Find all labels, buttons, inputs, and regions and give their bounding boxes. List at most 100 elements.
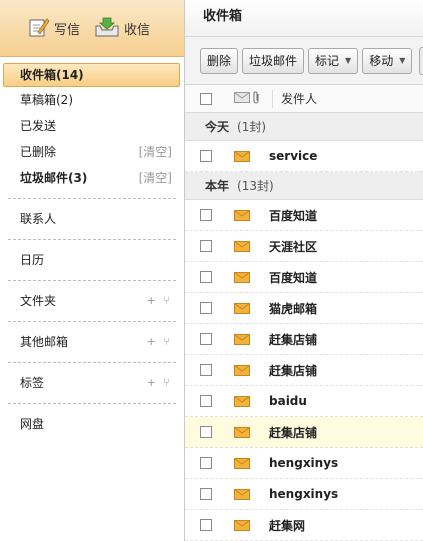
folder-label: 已删除: [20, 145, 57, 159]
compose-icon: [28, 16, 50, 41]
more-button[interactable]: [419, 47, 423, 75]
envelope-icon: [234, 271, 250, 283]
mark-dropdown[interactable]: 标记 ▼: [308, 47, 359, 74]
envelope-icon: [234, 457, 250, 469]
move-dropdown[interactable]: 移动 ▼: [362, 47, 413, 74]
sender-name: 赶集店铺: [269, 425, 318, 440]
divider: [8, 403, 176, 404]
clear-spam-link[interactable]: [清空]: [139, 165, 172, 191]
folder-list: 收件箱(14) 草稿箱(2) 已发送 已删除 [清空] 垃圾邮件(3) [清空]: [0, 57, 184, 191]
mail-list: 今天 (1封) service 本年 (13封) 百度知道 天涯社区 百度知道: [185, 113, 423, 541]
row-checkbox[interactable]: [200, 364, 212, 376]
mail-row[interactable]: hengxinys: [185, 479, 423, 510]
row-checkbox[interactable]: [200, 271, 212, 283]
add-folder-icon[interactable]: + ⑂: [147, 288, 172, 314]
envelope-icon: [234, 209, 250, 221]
sender-name: hengxinys: [269, 456, 339, 470]
envelope-icon: [234, 91, 250, 106]
sidebar: 写信 收信 收件箱(14) 草稿箱(2) 已发送 已删除 [清空] 垃圾邮件(3…: [0, 0, 185, 541]
spam-label: 垃圾邮件: [249, 53, 298, 68]
group-count: (1封): [237, 120, 267, 134]
contacts-link[interactable]: 联系人: [0, 206, 184, 232]
sender-name: 百度知道: [269, 208, 318, 223]
add-mailbox-icon[interactable]: + ⑂: [147, 329, 172, 355]
receive-label: 收信: [124, 22, 151, 38]
divider: [8, 321, 176, 322]
folder-drafts[interactable]: 草稿箱(2): [0, 87, 184, 113]
custom-folders-label: 文件夹: [20, 294, 57, 308]
toolbar: 删除 垃圾邮件 标记 ▼ 移动 ▼: [185, 37, 423, 85]
write-button[interactable]: 写信: [28, 16, 80, 41]
envelope-icon: [234, 333, 250, 345]
sidebar-topbar: 写信 收信: [0, 0, 184, 57]
row-checkbox[interactable]: [200, 209, 212, 221]
folder-spam[interactable]: 垃圾邮件(3) [清空]: [0, 165, 184, 191]
select-all-checkbox[interactable]: [200, 92, 212, 105]
folder-deleted[interactable]: 已删除 [清空]: [0, 139, 184, 165]
group-header-today: 今天 (1封): [185, 113, 423, 141]
sender-name: 天涯社区: [269, 239, 318, 254]
mail-row[interactable]: service: [185, 141, 423, 172]
delete-button[interactable]: 删除: [200, 47, 239, 74]
row-checkbox[interactable]: [200, 395, 212, 407]
header-icons: [234, 91, 260, 107]
mail-row[interactable]: 百度知道: [185, 200, 423, 231]
row-checkbox[interactable]: [200, 426, 212, 438]
clear-deleted-link[interactable]: [清空]: [139, 139, 172, 165]
mail-row[interactable]: 百度知道: [185, 262, 423, 293]
divider: [8, 239, 176, 240]
receive-button[interactable]: 收信: [94, 16, 150, 41]
sender-name: 赶集网: [269, 518, 306, 533]
sender-column-header[interactable]: 发件人: [272, 89, 317, 108]
column-header: 发件人: [185, 85, 423, 113]
mail-row[interactable]: 赶集店铺: [185, 324, 423, 355]
divider: [8, 198, 176, 199]
move-label: 移动: [369, 53, 394, 68]
sender-name: baidu: [269, 394, 307, 408]
mail-row[interactable]: baidu: [185, 386, 423, 417]
inbox-receive-icon: [94, 16, 120, 41]
mail-row[interactable]: 猫虎邮箱: [185, 293, 423, 324]
row-checkbox[interactable]: [200, 150, 212, 162]
folder-sent[interactable]: 已发送: [0, 113, 184, 139]
folder-inbox[interactable]: 收件箱(14): [3, 63, 180, 87]
mark-label: 标记: [315, 53, 340, 68]
envelope-icon: [234, 395, 250, 407]
netdisk-label: 网盘: [20, 417, 45, 431]
mail-row[interactable]: 天涯社区: [185, 231, 423, 262]
divider: [8, 280, 176, 281]
folder-label: 垃圾邮件(3): [20, 171, 88, 185]
folder-label: 收件箱(14): [20, 68, 84, 82]
group-name: 今天: [205, 120, 230, 134]
sender-name: 赶集店铺: [269, 332, 318, 347]
custom-folders-section[interactable]: 文件夹 + ⑂: [0, 288, 184, 314]
mail-row[interactable]: 赶集网: [185, 510, 423, 541]
sender-name: 百度知道: [269, 270, 318, 285]
group-name: 本年: [205, 179, 230, 193]
mail-list-panel: 收件箱 删除 垃圾邮件 标记 ▼ 移动 ▼ 发件人 今天 (1封) servic…: [185, 0, 423, 541]
add-tag-icon[interactable]: + ⑂: [147, 370, 172, 396]
spam-button[interactable]: 垃圾邮件: [242, 47, 305, 74]
row-checkbox[interactable]: [200, 519, 212, 531]
delete-label: 删除: [207, 53, 232, 68]
netdisk-link[interactable]: 网盘: [0, 411, 184, 437]
envelope-icon: [234, 150, 250, 162]
tags-label: 标签: [20, 376, 45, 390]
mail-row[interactable]: 赶集店铺: [185, 355, 423, 386]
folder-label: 草稿箱(2): [20, 93, 73, 107]
row-checkbox[interactable]: [200, 488, 212, 500]
mail-row[interactable]: hengxinys: [185, 448, 423, 479]
calendar-link[interactable]: 日历: [0, 247, 184, 273]
row-checkbox[interactable]: [200, 240, 212, 252]
envelope-icon: [234, 240, 250, 252]
mail-row[interactable]: 赶集店铺: [185, 417, 423, 448]
other-mailbox-section[interactable]: 其他邮箱 + ⑂: [0, 329, 184, 355]
envelope-icon: [234, 364, 250, 376]
row-checkbox[interactable]: [200, 302, 212, 314]
row-checkbox[interactable]: [200, 333, 212, 345]
folder-label: 已发送: [20, 119, 57, 133]
row-checkbox[interactable]: [200, 457, 212, 469]
sender-name: 猫虎邮箱: [269, 301, 318, 316]
tags-section[interactable]: 标签 + ⑂: [0, 370, 184, 396]
attachment-icon: [252, 91, 260, 107]
